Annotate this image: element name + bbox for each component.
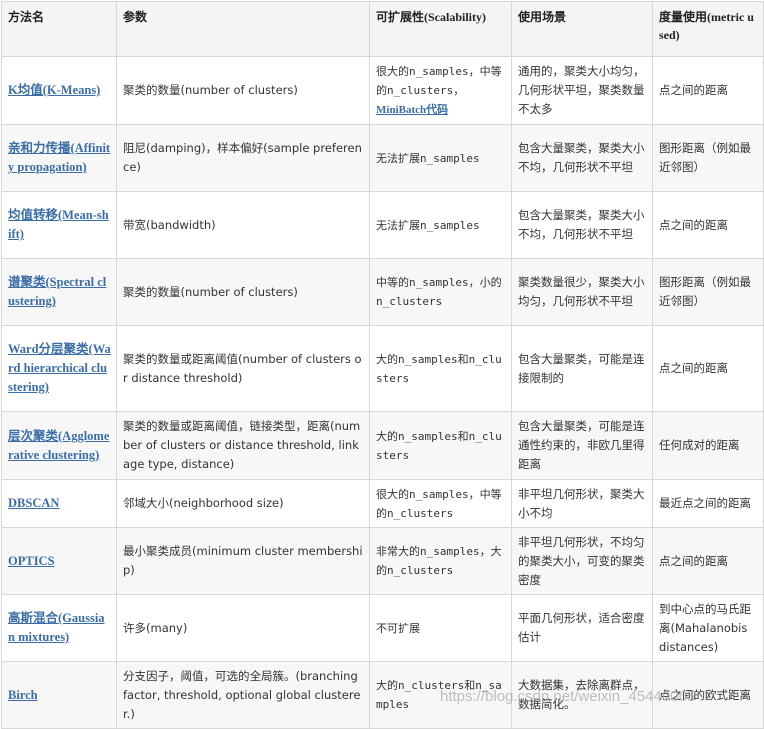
- params-cell: 分支因子，阈值，可选的全局簇。(branching factor, thresh…: [116, 661, 370, 729]
- method-link[interactable]: 亲和力传播(Affinity propagation): [8, 141, 110, 174]
- metric-cell: 点之间的距离: [652, 56, 764, 125]
- usecase-cell: 平面几何形状，适合密度估计: [511, 594, 653, 662]
- usecase-cell: 包含大量聚类，可能是连通性约束的，非欧几里得距离: [511, 411, 653, 480]
- metric-cell: 点之间的距离: [652, 191, 764, 259]
- scalability-text: 很大的n_samples，中等的n_clusters，: [376, 64, 502, 97]
- method-link[interactable]: DBSCAN: [8, 496, 59, 510]
- method-link[interactable]: 高斯混合(Gaussian mixtures): [8, 611, 105, 644]
- header-scalability: 可扩展性(Scalability): [369, 1, 512, 57]
- method-cell: 亲和力传播(Affinity propagation): [1, 124, 117, 192]
- metric-cell: 任何成对的距离: [652, 411, 764, 480]
- scalability-cell: 很大的n_samples，中等的n_clusters， MiniBatch代码: [369, 56, 512, 125]
- method-cell: OPTICS: [1, 527, 117, 595]
- params-cell: 聚类的数量(number of clusters): [116, 56, 370, 125]
- usecase-cell: 包含大量聚类，聚类大小不均，几何形状不平坦: [511, 124, 653, 192]
- usecase-cell: 聚类数量很少，聚类大小均匀，几何形状不平坦: [511, 258, 653, 326]
- method-cell: Ward分层聚类(Ward hierarchical clustering): [1, 325, 117, 412]
- metric-cell: 点之间的距离: [652, 325, 764, 412]
- method-link[interactable]: OPTICS: [8, 554, 55, 568]
- table-row: 高斯混合(Gaussian mixtures) 许多(many) 不可扩展 平面…: [1, 594, 764, 662]
- header-params: 参数: [116, 1, 370, 57]
- method-cell: DBSCAN: [1, 479, 117, 528]
- method-cell: 层次聚类(Agglomerative clustering): [1, 411, 117, 480]
- table-row: Birch 分支因子，阈值，可选的全局簇。(branching factor, …: [1, 661, 764, 729]
- method-link[interactable]: 层次聚类(Agglomerative clustering): [8, 429, 109, 462]
- usecase-cell: 非平坦几何形状，聚类大小不均: [511, 479, 653, 528]
- table-row: 均值转移(Mean-shift) 带宽(bandwidth) 无法扩展n_sam…: [1, 191, 764, 259]
- usecase-cell: 大数据集，去除离群点，数据简化。: [511, 661, 653, 729]
- usecase-cell: 非平坦几何形状，不均匀的聚类大小，可变的聚类密度: [511, 527, 653, 595]
- table-row: 层次聚类(Agglomerative clustering) 聚类的数量或距离阈…: [1, 411, 764, 480]
- scalability-cell: 非常大的n_samples，大的n_clusters: [369, 527, 512, 595]
- scalability-cell: 大的n_clusters和n_samples: [369, 661, 512, 729]
- params-cell: 聚类的数量或距离阈值，链接类型，距离(number of clusters or…: [116, 411, 370, 480]
- scalability-cell: 无法扩展n_samples: [369, 191, 512, 259]
- scalability-cell: 中等的n_samples，小的n_clusters: [369, 258, 512, 326]
- usecase-cell: 通用的，聚类大小均匀，几何形状平坦，聚类数量不太多: [511, 56, 653, 125]
- metric-cell: 最近点之间的距离: [652, 479, 764, 528]
- metric-cell: 点之间的距离: [652, 527, 764, 595]
- usecase-cell: 包含大量聚类，聚类大小不均，几何形状不平坦: [511, 191, 653, 259]
- params-cell: 聚类的数量(number of clusters): [116, 258, 370, 326]
- method-cell: Birch: [1, 661, 117, 729]
- method-cell: 高斯混合(Gaussian mixtures): [1, 594, 117, 662]
- header-usecase: 使用场景: [511, 1, 653, 57]
- method-link[interactable]: K均值(K-Means): [8, 83, 100, 97]
- method-link[interactable]: Birch: [8, 688, 38, 702]
- scalability-cell: 不可扩展: [369, 594, 512, 662]
- clustering-methods-table-container: 方法名 参数 可扩展性(Scalability) 使用场景 度量使用(metri…: [1, 1, 764, 729]
- table-row: Ward分层聚类(Ward hierarchical clustering) 聚…: [1, 325, 764, 412]
- scalability-cell: 很大的n_samples，中等的n_clusters: [369, 479, 512, 528]
- method-link[interactable]: 均值转移(Mean-shift): [8, 208, 109, 241]
- method-cell: K均值(K-Means): [1, 56, 117, 125]
- metric-cell: 点之间的欧式距离: [652, 661, 764, 729]
- table-row: 亲和力传播(Affinity propagation) 阻尼(damping)，…: [1, 124, 764, 192]
- table-row: OPTICS 最小聚类成员(minimum cluster membership…: [1, 527, 764, 595]
- usecase-cell: 包含大量聚类，可能是连接限制的: [511, 325, 653, 412]
- table-row: K均值(K-Means) 聚类的数量(number of clusters) 很…: [1, 56, 764, 125]
- params-cell: 许多(many): [116, 594, 370, 662]
- method-cell: 谱聚类(Spectral clustering): [1, 258, 117, 326]
- metric-cell: 图形距离（例如最近邻图）: [652, 124, 764, 192]
- scalability-cell: 大的n_samples和n_clusters: [369, 325, 512, 412]
- table-row: 谱聚类(Spectral clustering) 聚类的数量(number of…: [1, 258, 764, 326]
- scalability-cell: 大的n_samples和n_clusters: [369, 411, 512, 480]
- params-cell: 带宽(bandwidth): [116, 191, 370, 259]
- metric-cell: 图形距离（例如最近邻图）: [652, 258, 764, 326]
- params-cell: 最小聚类成员(minimum cluster membership): [116, 527, 370, 595]
- metric-cell: 到中心点的马氏距离(Mahalanobis distances): [652, 594, 764, 662]
- table-row: DBSCAN 邻域大小(neighborhood size) 很大的n_samp…: [1, 479, 764, 528]
- clustering-methods-table: 方法名 参数 可扩展性(Scalability) 使用场景 度量使用(metri…: [1, 1, 764, 729]
- params-cell: 阻尼(damping)，样本偏好(sample preference): [116, 124, 370, 192]
- scalability-cell: 无法扩展n_samples: [369, 124, 512, 192]
- minibatch-link[interactable]: MiniBatch代码: [376, 104, 448, 116]
- method-link[interactable]: Ward分层聚类(Ward hierarchical clustering): [8, 342, 111, 394]
- method-link[interactable]: 谱聚类(Spectral clustering): [8, 275, 106, 308]
- table-header-row: 方法名 参数 可扩展性(Scalability) 使用场景 度量使用(metri…: [1, 1, 764, 57]
- params-cell: 聚类的数量或距离阈值(number of clusters or distanc…: [116, 325, 370, 412]
- header-metric: 度量使用(metric used): [652, 1, 764, 57]
- header-method: 方法名: [1, 1, 117, 57]
- method-cell: 均值转移(Mean-shift): [1, 191, 117, 259]
- params-cell: 邻域大小(neighborhood size): [116, 479, 370, 528]
